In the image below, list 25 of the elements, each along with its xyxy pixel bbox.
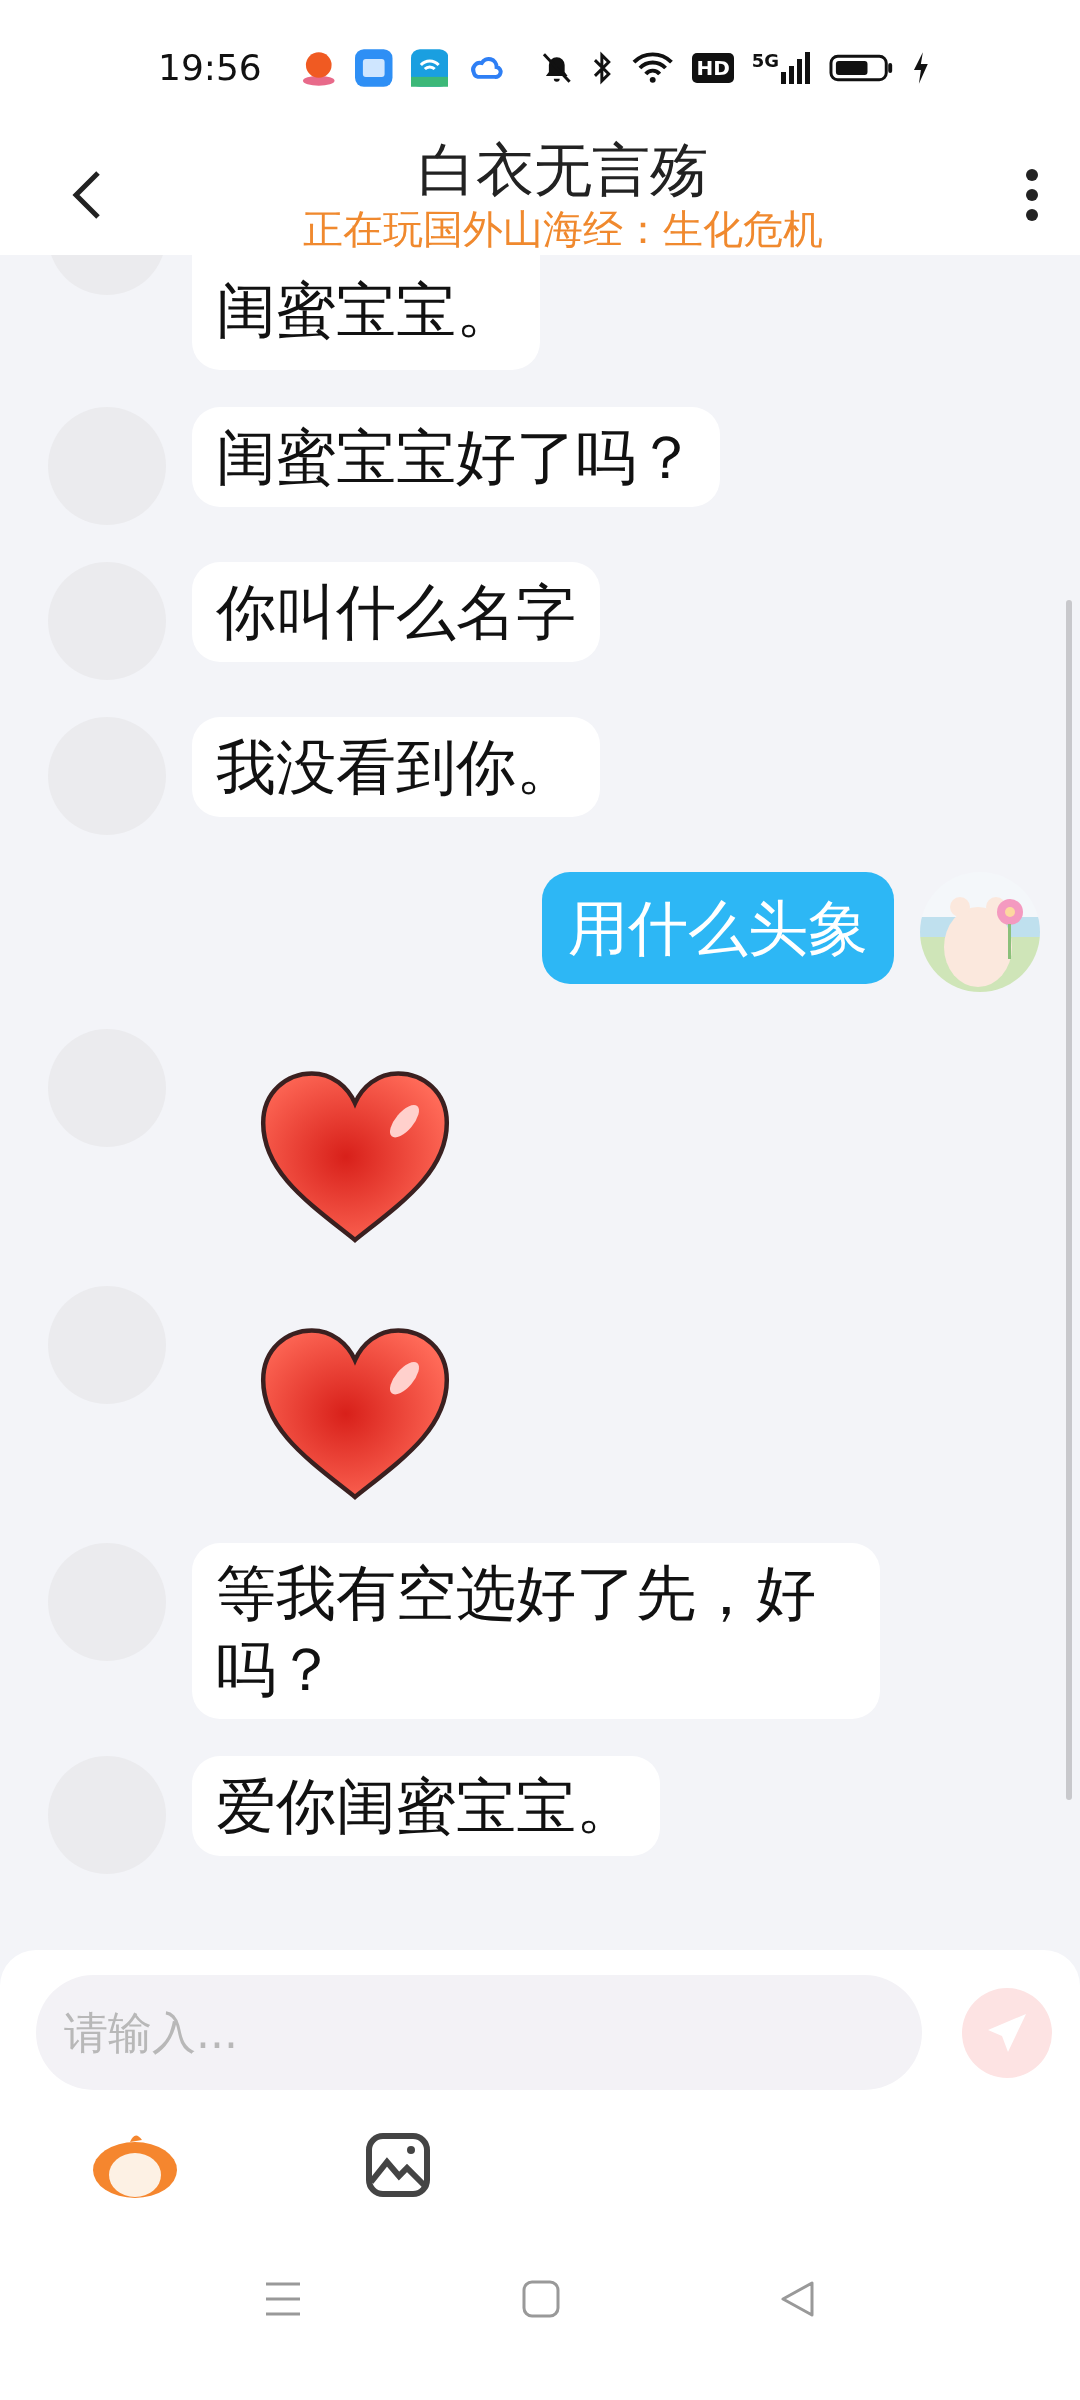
message-bubble: 闺蜜宝宝好了吗？ [192,407,720,507]
home-icon[interactable] [522,2280,560,2318]
status-subtitle: 正在玩国外山海经：生化危机 [303,205,823,254]
network-type: 5G [751,49,780,71]
image-icon[interactable] [365,2132,431,2198]
menu-icon[interactable] [264,2281,302,2317]
chat-title: 白衣无言殇 [418,136,708,204]
message-bubble: 你叫什么名字 [192,562,600,662]
bluetooth-icon [591,49,613,86]
back-icon[interactable] [70,169,102,221]
message-bubble: 用什么头象 [542,872,894,984]
back-nav-icon[interactable] [780,2280,816,2318]
signal-icon [781,49,812,86]
message-input[interactable]: 请输入... [36,1975,922,2090]
scrollbar[interactable] [1066,600,1072,1800]
hd-badge: HD [692,52,734,83]
wifi-app-icon [410,48,449,87]
clock: 19:56 [158,47,262,88]
wifi-icon [631,49,675,86]
app-icon [355,48,393,87]
message-bubble: 爱你闺蜜宝宝。 [192,1756,660,1856]
more-icon[interactable] [1024,167,1040,223]
message-bubble: 我没看到你。 [192,717,600,817]
message-bubble: 闺蜜宝宝。 [192,255,540,370]
message-bubble: 等我有空选好了先，好吗？ [192,1543,880,1719]
